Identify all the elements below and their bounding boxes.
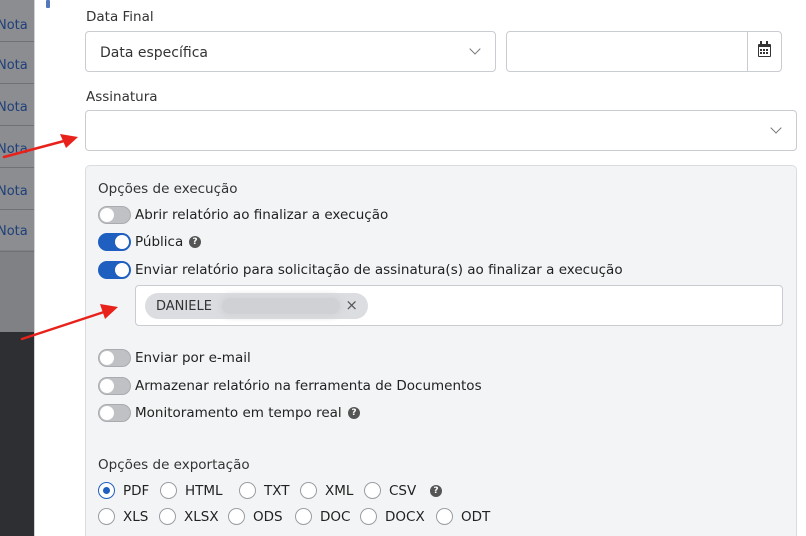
- remove-tag-icon[interactable]: ×: [345, 296, 358, 314]
- toggle-label: Abrir relatório ao finalizar a execução: [135, 207, 389, 223]
- toggle-knob: [115, 263, 129, 277]
- toggle-switch[interactable]: [98, 377, 131, 395]
- radio-button[interactable]: [160, 482, 177, 499]
- toggle-label: Pública: [135, 234, 184, 250]
- background-list-item: Nota: [0, 84, 34, 126]
- assinatura-select[interactable]: [85, 110, 797, 151]
- radio-label: ODS: [253, 509, 283, 525]
- toggle-label: Enviar relatório para solicitação de ass…: [135, 262, 623, 278]
- toggle-label: Monitoramento em tempo real: [135, 405, 342, 421]
- radio-label: XLS: [123, 509, 149, 525]
- radio-button[interactable]: [360, 508, 377, 525]
- background-list-item: Nota: [0, 42, 34, 84]
- toggle-label: Armazenar relatório na ferramenta de Doc…: [135, 378, 482, 394]
- toggle-switch[interactable]: [98, 404, 131, 422]
- background-list-item: Nota: [0, 168, 34, 210]
- radio-label: XLSX: [184, 509, 219, 525]
- radio-button[interactable]: [228, 508, 245, 525]
- background-list-item: Nota: [0, 0, 34, 42]
- assinatura-label: Assinatura: [86, 89, 158, 105]
- radio-label: DOC: [320, 509, 351, 525]
- radio-label: PDF: [123, 483, 150, 499]
- calendar-icon: [758, 41, 771, 57]
- data-final-select[interactable]: Data específica: [85, 31, 496, 72]
- redacted-surname: [222, 298, 340, 314]
- execution-options-title: Opções de execução: [98, 181, 238, 197]
- radio-button[interactable]: [300, 482, 317, 499]
- radio-label: ODT: [461, 509, 491, 525]
- radio-label: HTML: [185, 483, 223, 499]
- toggle-label: Enviar por e-mail: [135, 350, 251, 366]
- radio-button[interactable]: [295, 508, 312, 525]
- radio-label: DOCX: [385, 509, 425, 525]
- background-list: Nota Nota Nota Nota Nota Nota: [0, 0, 34, 252]
- radio-button[interactable]: [98, 508, 115, 525]
- toggle-knob: [100, 379, 114, 393]
- toggle-switch[interactable]: [98, 206, 131, 224]
- calendar-button[interactable]: [747, 32, 781, 71]
- radio-button[interactable]: [239, 482, 256, 499]
- radio-button[interactable]: [436, 508, 453, 525]
- help-icon[interactable]: ?: [430, 485, 442, 497]
- toggle-switch[interactable]: [98, 349, 131, 367]
- help-icon[interactable]: ?: [348, 407, 360, 419]
- radio-label: CSV: [389, 483, 417, 499]
- radio-button[interactable]: [159, 508, 176, 525]
- toggle-switch[interactable]: [98, 233, 131, 251]
- toggle-switch[interactable]: [98, 261, 131, 279]
- help-icon[interactable]: ?: [189, 236, 201, 248]
- radio-label: TXT: [264, 483, 290, 499]
- panel-edge-marker: [46, 0, 50, 8]
- signers-input[interactable]: DANIELE ×: [135, 285, 783, 326]
- toggle-knob: [100, 406, 114, 420]
- signer-tag: DANIELE ×: [145, 293, 368, 319]
- toggle-knob: [115, 235, 129, 249]
- radio-button[interactable]: [98, 482, 115, 499]
- chevron-down-icon: [770, 122, 782, 134]
- data-final-date-input[interactable]: [506, 31, 782, 72]
- data-final-select-value: Data específica: [100, 45, 208, 61]
- toggle-knob: [100, 351, 114, 365]
- data-final-label: Data Final: [86, 9, 154, 25]
- chevron-down-icon: [469, 43, 481, 55]
- background-list-item: Nota: [0, 210, 34, 252]
- toggle-knob: [100, 208, 114, 222]
- background-dark-area: [0, 332, 34, 536]
- export-options-title: Opções de exportação: [98, 457, 250, 473]
- signer-tag-name: DANIELE: [156, 299, 212, 314]
- annotation-arrow-signer: [20, 304, 118, 341]
- background-overlay: Nota Nota Nota Nota Nota Nota: [0, 0, 34, 536]
- radio-button[interactable]: [364, 482, 381, 499]
- annotation-arrow-assinatura: [2, 134, 78, 159]
- radio-label: XML: [325, 483, 354, 499]
